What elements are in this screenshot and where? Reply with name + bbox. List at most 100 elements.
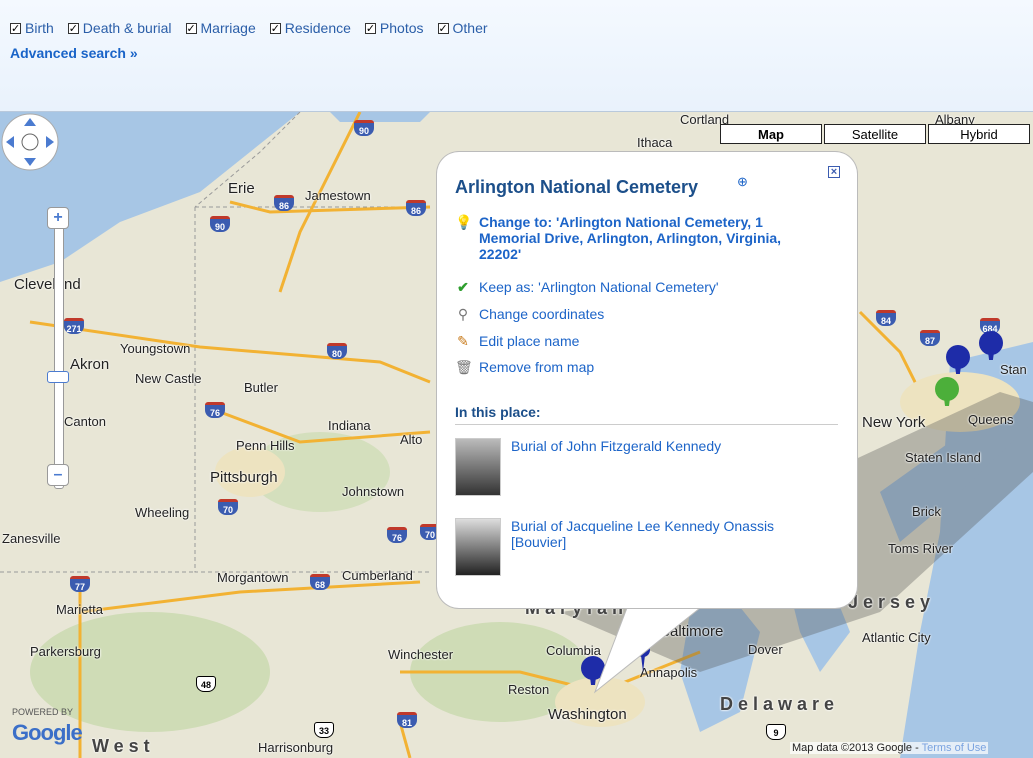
keep-as-action[interactable]: ✔ Keep as: 'Arlington National Cemetery' [455,279,718,296]
checkmark-icon: ✔ [457,279,469,295]
map-label: Wheeling [135,505,190,520]
map-label: Delaware [720,694,840,714]
map-type-hybrid[interactable]: Hybrid [928,124,1030,144]
filter-other[interactable]: ✓ Other [437,20,488,36]
checkbox-icon[interactable]: ✓ [185,22,197,34]
person-photo [455,438,501,496]
map-label: Parkersburg [30,644,101,659]
map-label: Youngstown [120,341,191,356]
highway-shield: 90 [210,216,230,232]
map-label: Zanesville [2,531,61,546]
map-label: Pittsburgh [210,469,278,486]
highway-shield: 9 [766,724,786,740]
highway-shield: 80 [327,343,347,359]
terms-link[interactable]: Terms of Use [922,742,987,754]
advanced-search-link[interactable]: Advanced search » [10,45,138,61]
person-photo [455,518,501,576]
trash-icon: 🗑 [455,359,473,375]
change-coordinates-action[interactable]: ⚲ Change coordinates [455,306,604,323]
zoom-to-place-icon[interactable]: ⊕ [737,174,748,190]
pencil-icon: ✎ [457,333,469,349]
map-label: Morgantown [217,570,289,585]
checkbox-icon[interactable]: ✓ [269,22,281,34]
highway-shield: 84 [876,310,896,326]
highway-shield: 48 [196,676,216,692]
map-label: Winchester [388,647,454,662]
info-window: Arlington National Cemetery ⊕ × 💡 Change… [437,152,857,608]
remove-from-map-action[interactable]: 🗑 Remove from map [455,359,594,376]
zoom-out-button[interactable]: – [47,464,69,486]
checkbox-icon[interactable]: ✓ [10,22,21,34]
highway-shield: 70 [218,499,238,515]
checkbox-icon[interactable]: ✓ [437,22,449,34]
map-label: Cleveland [14,276,81,293]
pan-control[interactable] [0,112,60,172]
filter-bar: ✓ Birth ✓ Death & burial ✓ Marriage ✓ Reside… [0,0,1033,112]
event-filters: ✓ Birth ✓ Death & burial ✓ Marriage ✓ Reside… [10,20,488,36]
highway-shield: 77 [70,576,90,592]
map-label: New Castle [135,371,202,386]
checkbox-icon[interactable]: ✓ [67,22,79,34]
highway-shield: 86 [406,200,426,216]
place-title: Arlington National Cemetery [455,177,699,197]
map-label: Butler [244,380,278,395]
google-logo[interactable]: Google [12,720,83,746]
map-label: Canton [64,414,106,429]
map-label: Cumberland [342,568,413,583]
event-item[interactable]: Burial of Jacqueline Lee Kennedy Onassis… [455,518,811,576]
filter-residence[interactable]: ✓ Residence [269,20,351,36]
event-item[interactable]: Burial of John Fitzgerald Kennedy [455,438,811,496]
map-label: Brick [912,504,941,519]
close-icon[interactable]: × [828,166,840,178]
map-label: Reston [508,682,550,697]
map-label: Jersey [848,592,936,612]
highway-shield: 81 [397,712,417,728]
highway-shield: 90 [354,120,374,136]
map-label: Washington [548,706,627,723]
map-label: Alto [400,432,423,447]
map-attribution: Map data ©2013 Google - Terms of Use [790,742,989,754]
change-to-action[interactable]: 💡 Change to: 'Arlington National Cemeter… [455,214,819,262]
powered-by: POWERED BY [12,707,74,717]
lightbulb-icon: 💡 [455,214,473,230]
highway-shield: 76 [387,527,407,543]
map-pin[interactable] [945,344,971,374]
map-label: Marietta [56,602,103,617]
map-label: Stan [1000,362,1027,377]
map-label: Erie [228,180,255,197]
filter-death-burial[interactable]: ✓ Death & burial [67,20,172,36]
filter-marriage[interactable]: ✓ Marriage [185,20,256,36]
map-type-control: Map Satellite Hybrid [720,124,1030,144]
filter-birth[interactable]: ✓ Birth [10,20,54,36]
map-label: Harrisonburg [258,740,334,755]
highway-shield: 33 [314,722,334,738]
map-label: Toms River [888,541,954,556]
map-label: Jamestown [305,188,371,203]
map-type-satellite[interactable]: Satellite [824,124,926,144]
map-type-map[interactable]: Map [720,124,822,144]
zoom-slider-thumb[interactable] [47,371,69,383]
highway-shield: 76 [205,402,225,418]
map-label: Staten Island [905,450,981,465]
checkbox-icon[interactable]: ✓ [364,22,376,34]
zoom-slider-track[interactable] [54,207,64,489]
zoom-in-button[interactable]: + [47,207,69,229]
map-label: Atlantic City [862,630,931,645]
highway-shield: 87 [920,330,940,346]
map-pins-icon: ⚲ [457,306,469,322]
filter-photos[interactable]: ✓ Photos [364,20,424,36]
map-pin-green[interactable] [934,376,960,406]
in-this-place-heading: In this place: [455,404,838,425]
map-label: Akron [70,356,110,373]
map-label: West [92,736,155,756]
map-label: Queens [968,412,1014,427]
map-label: Penn Hills [236,438,295,453]
edit-place-name-action[interactable]: ✎ Edit place name [455,333,579,350]
map-label: Dover [748,642,783,657]
map-pin[interactable] [978,330,1004,360]
map-label: Johnstown [342,484,405,499]
highway-shield: 68 [310,574,330,590]
map-label: Ithaca [637,135,673,150]
map-label: New York [862,414,926,431]
highway-shield: 86 [274,195,294,211]
